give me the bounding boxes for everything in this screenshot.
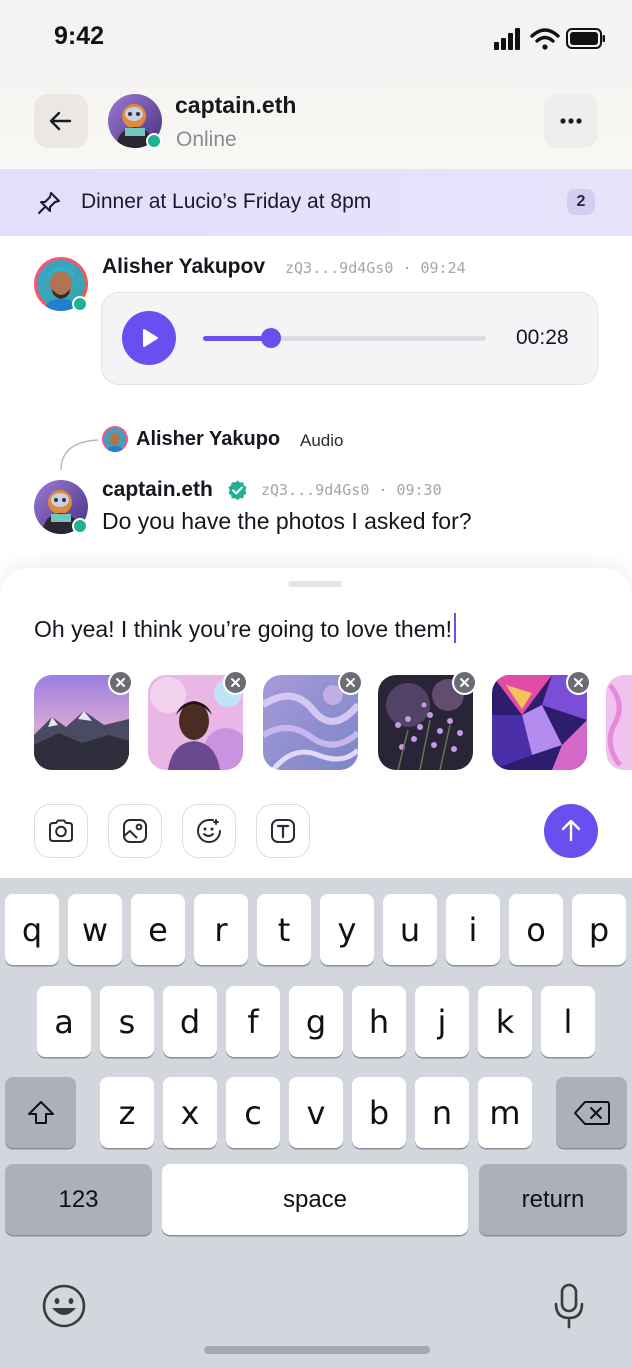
message-meta: zQ3...9d4Gs0 · 09:24	[285, 259, 466, 277]
key-z[interactable]: z	[100, 1077, 154, 1148]
home-indicator	[204, 1346, 430, 1354]
key-d[interactable]: d	[163, 986, 217, 1057]
key-e[interactable]: e	[131, 894, 185, 965]
message-input-text: Oh yea! I think you’re going to love the…	[34, 616, 453, 642]
key-m[interactable]: m	[478, 1077, 532, 1148]
more-button[interactable]	[544, 94, 598, 148]
close-icon	[460, 678, 469, 687]
key-i[interactable]: i	[446, 894, 500, 965]
shift-key[interactable]	[5, 1077, 76, 1148]
audio-scrubber-handle[interactable]	[260, 328, 281, 348]
key-x[interactable]: x	[163, 1077, 217, 1148]
text-caret	[454, 613, 457, 643]
more-horizontal-icon	[560, 118, 582, 124]
arrow-up-icon	[561, 819, 581, 842]
gallery-button[interactable]	[108, 804, 162, 858]
remove-attachment-button[interactable]	[452, 670, 477, 695]
pinned-count-badge: 2	[567, 189, 595, 215]
key-k[interactable]: k	[478, 986, 532, 1057]
key-p[interactable]: p	[572, 894, 626, 965]
remove-attachment-button[interactable]	[108, 670, 133, 695]
emoji-icon[interactable]	[40, 1282, 88, 1330]
reply-sender[interactable]: Alisher Yakupo	[136, 428, 280, 451]
camera-icon	[49, 819, 73, 842]
key-q[interactable]: q	[5, 894, 59, 965]
close-icon	[346, 678, 355, 687]
numbers-key[interactable]: 123	[5, 1164, 152, 1235]
status-icons	[494, 28, 605, 50]
pin-icon	[38, 192, 60, 214]
message-sender[interactable]: captain.eth	[102, 478, 213, 502]
message-input[interactable]: Oh yea! I think you’re going to love the…	[34, 613, 457, 643]
play-icon	[143, 329, 158, 347]
backspace-key[interactable]	[556, 1077, 627, 1148]
send-button[interactable]	[544, 804, 598, 858]
message-online-dot	[72, 296, 88, 312]
play-button[interactable]	[122, 311, 176, 365]
message-sender[interactable]: Alisher Yakupov	[102, 255, 265, 279]
audio-duration: 00:28	[516, 326, 569, 349]
pinned-text: Dinner at Lucio’s Friday at 8pm	[81, 190, 372, 213]
reply-type: Audio	[300, 431, 344, 450]
camera-button[interactable]	[34, 804, 88, 858]
message-text: Do you have the photos I asked for?	[102, 508, 472, 534]
wifi-icon	[530, 28, 560, 50]
sticker-icon	[197, 819, 221, 843]
message-meta: zQ3...9d4Gs0 · 09:30	[261, 481, 442, 499]
microphone-icon[interactable]	[552, 1282, 586, 1330]
backspace-icon	[573, 1100, 610, 1125]
header-name[interactable]: captain.eth	[175, 92, 296, 119]
key-c[interactable]: c	[226, 1077, 280, 1148]
attachment-thumbnail[interactable]	[606, 675, 632, 770]
key-v[interactable]: v	[289, 1077, 343, 1148]
key-r[interactable]: r	[194, 894, 248, 965]
header-online-dot	[146, 133, 162, 149]
key-s[interactable]: s	[100, 986, 154, 1057]
close-icon	[116, 678, 125, 687]
key-y[interactable]: y	[320, 894, 374, 965]
remove-attachment-button[interactable]	[223, 670, 248, 695]
key-l[interactable]: l	[541, 986, 595, 1057]
space-key[interactable]: space	[162, 1164, 468, 1235]
close-icon	[231, 678, 240, 687]
signal-icon	[494, 28, 520, 50]
key-u[interactable]: u	[383, 894, 437, 965]
key-h[interactable]: h	[352, 986, 406, 1057]
header-status: Online	[176, 128, 237, 151]
status-time: 9:42	[54, 22, 105, 50]
key-a[interactable]: a	[37, 986, 91, 1057]
sticker-button[interactable]	[182, 804, 236, 858]
text-format-icon	[271, 819, 295, 843]
text-format-button[interactable]	[256, 804, 310, 858]
back-button[interactable]	[34, 94, 88, 148]
key-w[interactable]: w	[68, 894, 122, 965]
reply-connector	[60, 439, 99, 471]
key-t[interactable]: t	[257, 894, 311, 965]
image-icon	[123, 819, 147, 843]
composer-drag-handle[interactable]	[288, 581, 342, 587]
key-f[interactable]: f	[226, 986, 280, 1057]
key-j[interactable]: j	[415, 986, 469, 1057]
key-b[interactable]: b	[352, 1077, 406, 1148]
close-icon	[574, 678, 583, 687]
battery-icon	[566, 28, 605, 49]
reply-avatar	[102, 426, 128, 452]
key-n[interactable]: n	[415, 1077, 469, 1148]
key-g[interactable]: g	[289, 986, 343, 1057]
shift-icon	[27, 1100, 54, 1124]
remove-attachment-button[interactable]	[566, 670, 591, 695]
key-o[interactable]: o	[509, 894, 563, 965]
message-online-dot	[72, 518, 88, 534]
remove-attachment-button[interactable]	[338, 670, 363, 695]
verified-badge-icon	[228, 480, 247, 501]
return-key[interactable]: return	[479, 1164, 627, 1235]
arrow-left-icon	[49, 111, 72, 131]
